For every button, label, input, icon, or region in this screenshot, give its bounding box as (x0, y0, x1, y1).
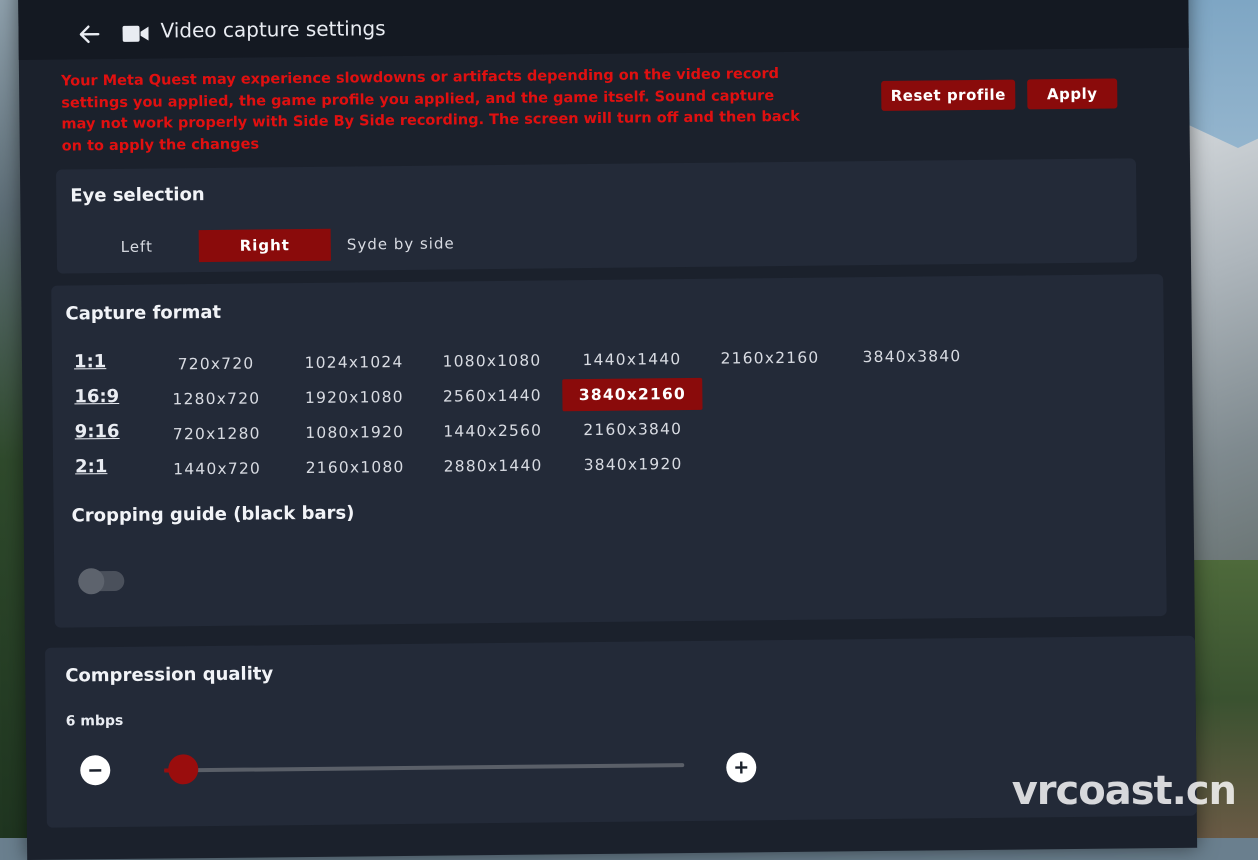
decrease-button[interactable] (80, 755, 111, 786)
resolution-option[interactable]: 2160x1080 (285, 451, 425, 484)
ratio-16-9[interactable]: 16:9 (74, 386, 119, 407)
eye-option-left[interactable]: Left (97, 230, 177, 263)
header-bar: Video capture settings (18, 0, 1189, 60)
page-title: Video capture settings (160, 16, 386, 43)
ratio-9-16[interactable]: 9:16 (75, 421, 120, 442)
resolution-option[interactable]: 1024x1024 (284, 346, 424, 379)
settings-panel: Video capture settings Your Meta Quest m… (18, 0, 1198, 860)
video-camera-icon (122, 25, 149, 42)
resolution-option[interactable]: 3840x1920 (563, 448, 703, 481)
eye-selection-title: Eye selection (70, 184, 205, 207)
resolution-option[interactable]: 3840x2160 (562, 377, 703, 412)
resolution-option[interactable]: 1440x1440 (562, 343, 702, 376)
resolution-option[interactable]: 1920x1080 (284, 381, 424, 414)
resolution-grid: 720x720 1024x1024 1080x1080 1440x1440 2160x2… (51, 274, 1163, 478)
cropping-guide-title: Cropping guide (black bars) (71, 502, 355, 527)
reset-profile-button[interactable]: Reset profile (881, 79, 1016, 111)
capture-format-title: Capture format (65, 301, 222, 325)
warning-message: Your Meta Quest may experience slowdowns… (60, 66, 800, 155)
resolution-option[interactable]: 720x1280 (147, 417, 287, 450)
eye-selection-card: Eye selection Left Right Syde by side (55, 158, 1138, 274)
capture-format-card: Capture format 1:1 16:9 9:16 2:1 720x720… (51, 274, 1167, 628)
watermark: vrcoast.cn (1011, 768, 1237, 814)
ratio-1-1[interactable]: 1:1 (74, 351, 106, 372)
minus-icon (89, 769, 102, 772)
apply-button[interactable]: Apply (1027, 78, 1118, 110)
compression-slider-track[interactable] (164, 763, 685, 773)
compression-title: Compression quality (65, 663, 274, 687)
bitrate-value: 6 mbps (65, 712, 124, 730)
resolution-option[interactable]: 1440x2560 (423, 414, 563, 447)
resolution-option[interactable]: 1080x1920 (285, 416, 425, 449)
increase-button[interactable] (726, 752, 757, 783)
cropping-guide-toggle[interactable] (78, 568, 125, 595)
ratio-2-1[interactable]: 2:1 (75, 456, 107, 477)
arrow-left-icon[interactable] (76, 21, 102, 47)
toggle-knob (78, 568, 105, 595)
plus-icon (735, 761, 748, 774)
resolution-option[interactable]: 2560x1440 (422, 379, 562, 412)
resolution-option[interactable]: 1280x720 (146, 382, 286, 415)
resolution-option[interactable]: 2880x1440 (423, 449, 563, 482)
eye-option-right[interactable]: Right (198, 228, 331, 263)
resolution-option[interactable]: 1440x720 (147, 452, 287, 485)
resolution-option[interactable]: 720x720 (146, 347, 286, 380)
resolution-option[interactable]: 3840x3840 (842, 340, 982, 373)
resolution-option[interactable]: 2160x2160 (700, 341, 840, 374)
eye-option-side-by-side[interactable]: Syde by side (341, 227, 461, 260)
resolution-option[interactable]: 1080x1080 (422, 344, 562, 377)
resolution-option[interactable]: 2160x3840 (563, 413, 703, 446)
compression-slider-thumb[interactable] (168, 754, 199, 785)
